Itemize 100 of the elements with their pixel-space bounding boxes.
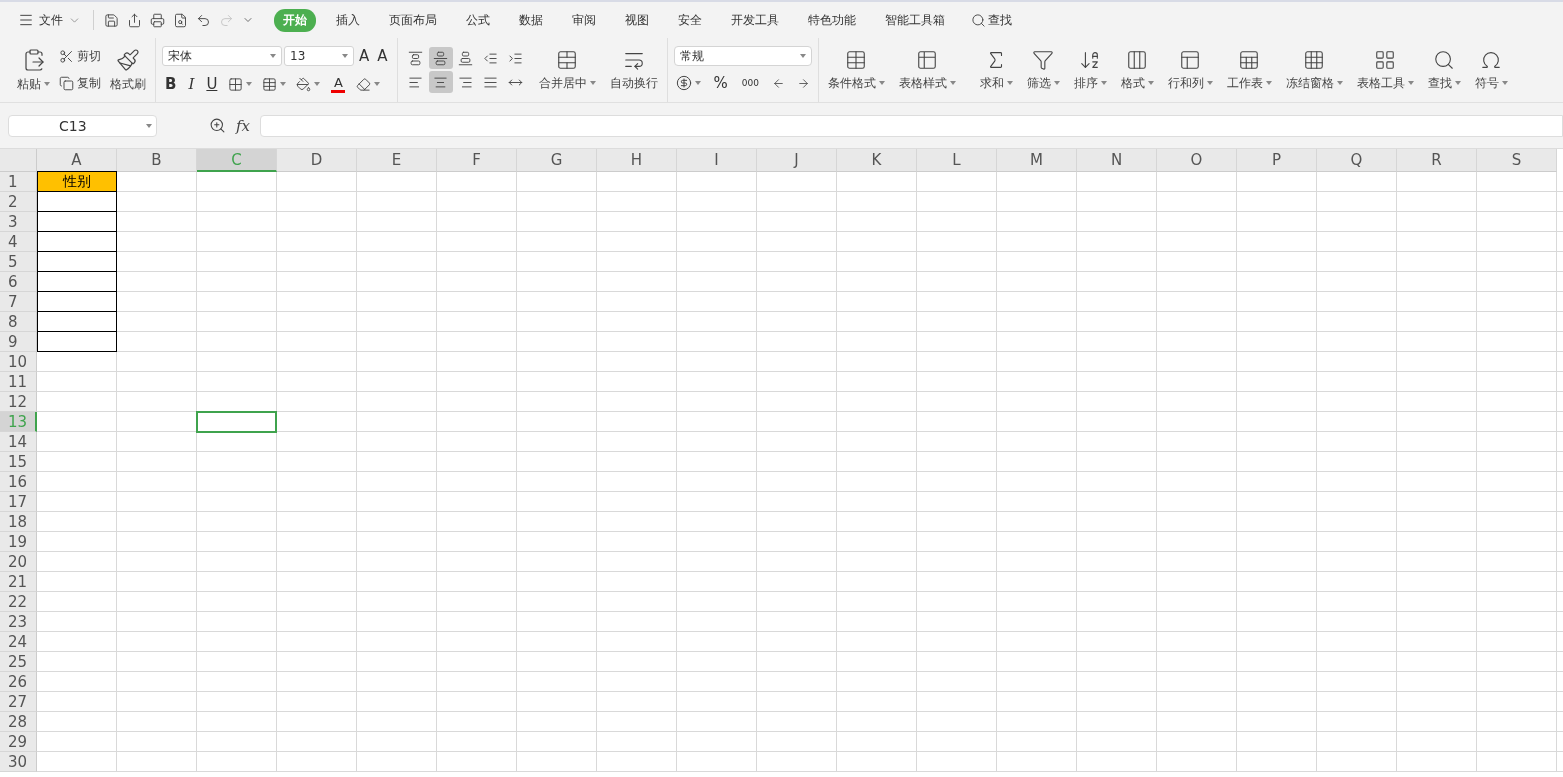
row-header[interactable]: 24	[0, 632, 37, 652]
row-header[interactable]: 14	[0, 432, 37, 452]
row-header[interactable]: 30	[0, 752, 37, 772]
row-header[interactable]: 18	[0, 512, 37, 532]
font-color-button[interactable]: A	[328, 73, 349, 95]
row-header[interactable]: 29	[0, 732, 37, 752]
row-header[interactable]: 15	[0, 452, 37, 472]
paste-button[interactable]: 粘贴	[14, 45, 53, 95]
column-header[interactable]: R	[1397, 149, 1477, 172]
tool-button[interactable]: 符号	[1472, 46, 1511, 94]
grow-font-button[interactable]: A	[356, 45, 373, 67]
merge-center-button[interactable]: 合并居中	[535, 46, 599, 94]
column-header[interactable]: G	[517, 149, 597, 172]
tool-button[interactable]: 查找	[1425, 46, 1464, 94]
number-format-field[interactable]: 常规	[673, 46, 812, 66]
format-painter-button[interactable]: 格式刷	[107, 45, 149, 95]
caret-icon	[246, 82, 253, 86]
ribbon-tab[interactable]: 插入	[327, 8, 369, 32]
row-header[interactable]: 9	[0, 332, 37, 352]
column-header[interactable]: M	[997, 149, 1077, 172]
formula-input[interactable]	[260, 114, 1563, 137]
tool-button[interactable]: 排序	[1071, 46, 1110, 94]
row-header[interactable]: 17	[0, 492, 37, 512]
font-size-field[interactable]: 13	[284, 46, 354, 66]
tool-button[interactable]: 行和列	[1165, 46, 1216, 94]
caret-icon	[1502, 81, 1508, 85]
tool-button[interactable]: 求和	[977, 46, 1016, 94]
tool-button[interactable]: 格式	[1118, 46, 1157, 94]
ribbon-tab[interactable]: 数据	[510, 8, 552, 32]
column-header[interactable]: A	[37, 149, 117, 172]
shrink-font-button[interactable]: A	[374, 45, 391, 67]
row-header[interactable]: 6	[0, 272, 37, 292]
column-header[interactable]: K	[837, 149, 917, 172]
ribbon-tab[interactable]: 视图	[616, 8, 658, 32]
row-header[interactable]: 26	[0, 672, 37, 692]
row-header[interactable]: 27	[0, 692, 37, 712]
search-button[interactable]: 查找	[965, 10, 1018, 30]
ribbon-tab[interactable]: 智能工具箱	[876, 8, 954, 32]
row-header[interactable]: 22	[0, 592, 37, 612]
column-header[interactable]: H	[597, 149, 677, 172]
cut-button[interactable]: 剪切	[57, 46, 103, 67]
column-header[interactable]: I	[677, 149, 757, 172]
row-header[interactable]: 28	[0, 712, 37, 732]
column-header[interactable]: L	[917, 149, 997, 172]
ribbon-tab[interactable]: 审阅	[563, 8, 605, 32]
ribbon-tab[interactable]: 特色功能	[799, 8, 865, 32]
underline-button[interactable]: U	[203, 73, 221, 95]
font-name-field[interactable]: 宋体	[162, 46, 282, 66]
grid-icon	[1374, 48, 1397, 71]
column-header[interactable]: J	[757, 149, 837, 172]
row-header[interactable]: 21	[0, 572, 37, 592]
file-menu[interactable]: 文件	[14, 11, 85, 29]
thousands-button[interactable]: 000	[738, 72, 762, 94]
function-label[interactable]: fx	[236, 116, 250, 135]
column-header[interactable]: F	[437, 149, 517, 172]
caret-icon	[1007, 81, 1013, 85]
column-header[interactable]: Q	[1317, 149, 1397, 172]
align-button[interactable]	[428, 47, 453, 69]
row-header[interactable]: 12	[0, 392, 37, 412]
copy-button[interactable]: 复制	[57, 73, 103, 94]
caret-icon	[694, 81, 701, 85]
row-header[interactable]: 1	[0, 172, 37, 192]
active-cell[interactable]	[196, 411, 277, 433]
caret-icon	[589, 81, 596, 85]
row-header[interactable]: 7	[0, 292, 37, 312]
tool-button[interactable]: 冻结窗格	[1283, 46, 1346, 94]
ribbon-tab[interactable]: 安全	[669, 8, 711, 32]
tool-button[interactable]: 表格工具	[1354, 46, 1417, 94]
ribbon-tab[interactable]: 公式	[457, 8, 499, 32]
row-header[interactable]: 23	[0, 612, 37, 632]
ribbon-tab[interactable]: 页面布局	[380, 8, 446, 32]
italic-button[interactable]: I	[185, 73, 198, 95]
tool-button[interactable]: 条件格式	[825, 46, 888, 94]
name-box[interactable]: C13	[8, 114, 157, 137]
row-header[interactable]: 11	[0, 372, 37, 392]
column-header[interactable]: O	[1157, 149, 1237, 172]
column-header[interactable]: P	[1237, 149, 1317, 172]
row-header[interactable]: 2	[0, 192, 37, 212]
row-header[interactable]: 4	[0, 232, 37, 252]
row-header[interactable]: 25	[0, 652, 37, 672]
tool-button[interactable]: 筛选	[1024, 46, 1063, 94]
row-header[interactable]: 19	[0, 532, 37, 552]
row-header[interactable]: 3	[0, 212, 37, 232]
column-header[interactable]: B	[117, 149, 197, 172]
ribbon-tab[interactable]: 开发工具	[722, 8, 788, 32]
wrap-text-button[interactable]: 自动换行	[606, 46, 661, 94]
row-header[interactable]: 8	[0, 312, 37, 332]
tool-button[interactable]: 工作表	[1224, 46, 1275, 94]
tool-button[interactable]: 表格样式	[896, 46, 959, 94]
row-header[interactable]: 10	[0, 352, 37, 372]
row-header[interactable]: 5	[0, 252, 37, 272]
row-header[interactable]: 20	[0, 552, 37, 572]
column-header[interactable]: D	[277, 149, 357, 172]
bold-button[interactable]: B	[162, 73, 180, 95]
column-header[interactable]: N	[1077, 149, 1157, 172]
column-header[interactable]: S	[1477, 149, 1557, 172]
column-header[interactable]: E	[357, 149, 437, 172]
align-button[interactable]	[428, 71, 453, 93]
percent-button[interactable]: %	[710, 72, 731, 94]
row-header[interactable]: 16	[0, 472, 37, 492]
